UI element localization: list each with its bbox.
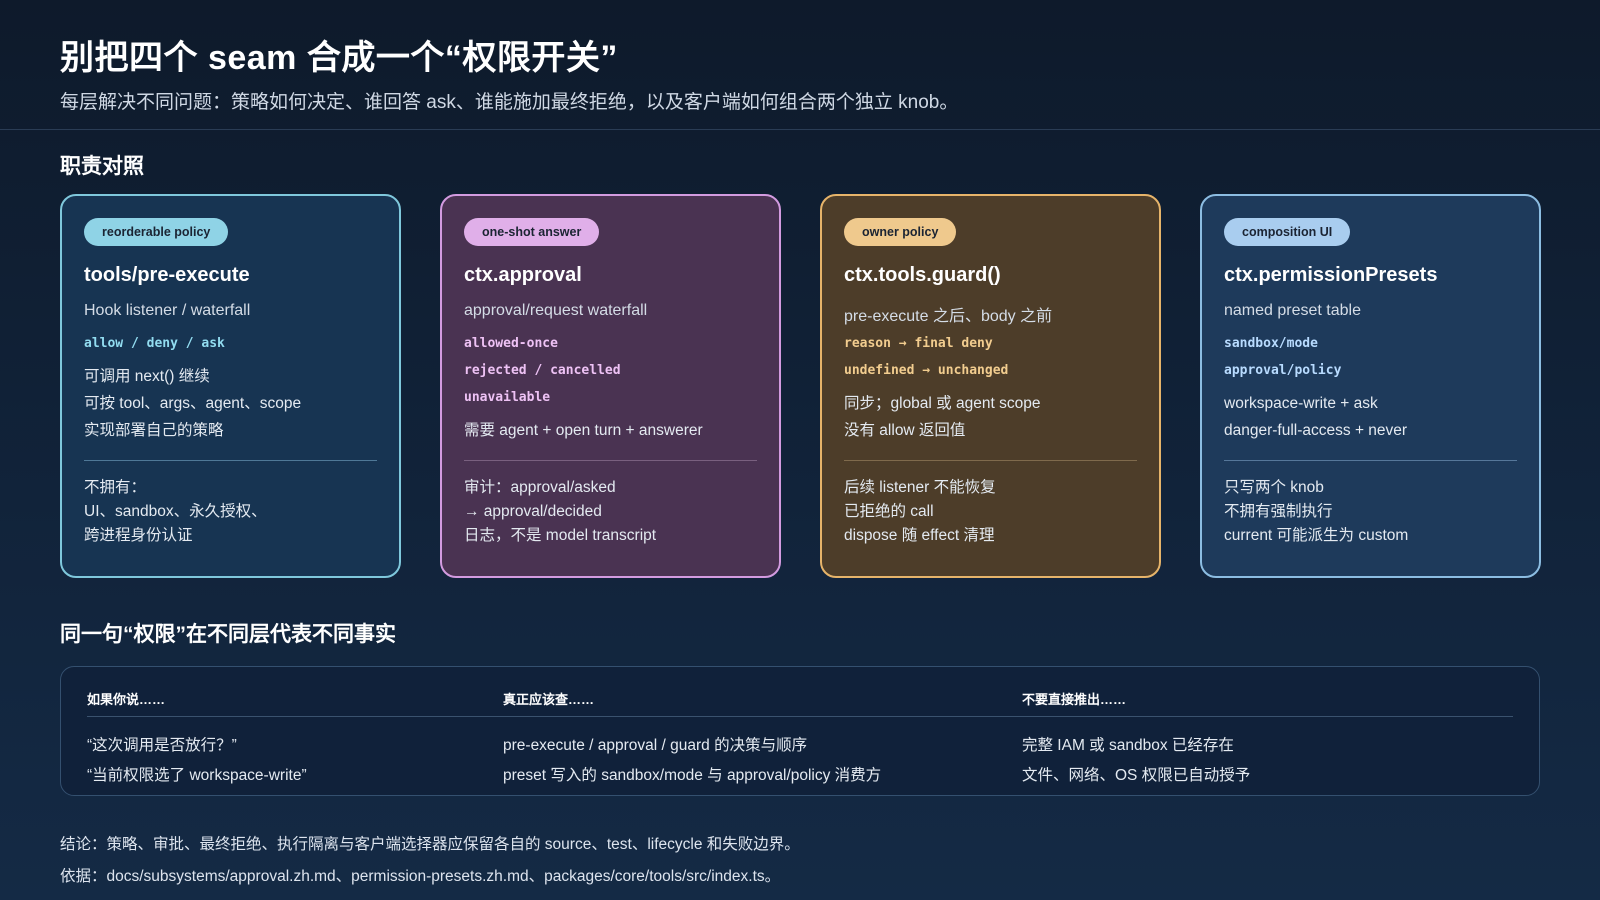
card-tag: composition UI <box>1224 218 1351 246</box>
card-title: ctx.permissionPresets <box>1224 264 1438 286</box>
cards-row: reorderable policy tools/pre-execute Hoo… <box>60 194 1541 578</box>
card-permission-presets: composition UI ctx.permissionPresets nam… <box>1200 194 1541 578</box>
card-footnote: 后续 listener 不能恢复 已拒绝的 call dispose 随 eff… <box>844 476 1137 548</box>
card-footnote: 不拥有： UI、sandbox、永久授权、 跨进程身份认证 <box>84 476 377 548</box>
card-description: pre-execute 之后、body 之前 <box>844 308 1053 325</box>
card-tag: owner policy <box>844 218 957 246</box>
card-footnote-line: UI、sandbox、永久授权、 <box>84 503 267 520</box>
card-footnote-line: 只写两个 knob <box>1224 479 1324 496</box>
card-footnote-line: 不拥有强制执行 <box>1224 503 1333 520</box>
card-guard: owner policy ctx.tools.guard() pre-execu… <box>820 194 1161 578</box>
table-header: 如果你说…… 真正应该查…… 不要直接推出…… <box>87 667 1513 717</box>
card-code: approval/policy <box>1224 363 1342 378</box>
table-cell: 完整 IAM 或 sandbox 已经存在 <box>1022 737 1234 754</box>
card-divider <box>464 460 757 461</box>
card-footnote-line: 已拒绝的 call <box>844 503 934 520</box>
table-cell: pre-execute / approval / guard 的决策与顺序 <box>503 737 808 754</box>
table-header-cell: 如果你说…… <box>87 692 166 707</box>
page-title: 别把四个 seam 合成一个“权限开关” <box>60 39 618 77</box>
card-footnote-line: current 可能派生为 custom <box>1224 527 1409 544</box>
table-cell: “这次调用是否放行？” <box>87 737 237 754</box>
card-approval: one-shot answer ctx.approval approval/re… <box>440 194 781 578</box>
table-row: “这次调用是否放行？” pre-execute / approval / gua… <box>87 727 1513 757</box>
table-row: “当前权限选了 workspace-write” preset 写入的 sand… <box>87 757 1513 787</box>
card-line: danger-full-access + never <box>1224 422 1408 439</box>
card-description: named preset table <box>1224 302 1361 319</box>
card-codes: sandbox/mode approval/policy <box>1224 330 1517 384</box>
table-cell: “当前权限选了 workspace-write” <box>87 767 307 784</box>
card-codes: allowed-once rejected / cancelled unavai… <box>464 330 757 411</box>
page-subtitle: 每层解决不同问题：策略如何决定、谁回答 ask、谁能施加最终拒绝，以及客户端如何… <box>60 92 959 113</box>
card-code: sandbox/mode <box>1224 336 1318 351</box>
card-footnote-line: 日志，不是 model transcript <box>464 527 657 544</box>
card-line: workspace-write + ask <box>1224 395 1378 412</box>
card-description: approval/request waterfall <box>464 302 648 319</box>
card-footnote: 只写两个 knob 不拥有强制执行 current 可能派生为 custom <box>1224 476 1517 548</box>
comparison-table: 如果你说…… 真正应该查…… 不要直接推出…… “这次调用是否放行？” pre-… <box>60 666 1540 796</box>
card-tag: reorderable policy <box>84 218 229 246</box>
card-footnote: 审计：approval/asked → approval/decided 日志，… <box>464 476 757 548</box>
card-divider <box>844 460 1137 461</box>
card-tag: one-shot answer <box>464 218 600 246</box>
card-footnote-line: 审计：approval/asked <box>464 479 616 496</box>
table-cell: 文件、网络、OS 权限已自动授予 <box>1022 767 1251 784</box>
card-title: ctx.tools.guard() <box>844 264 1001 286</box>
card-divider <box>84 460 377 461</box>
card-footnote-line: 跨进程身份认证 <box>84 527 193 544</box>
card-code: rejected / cancelled <box>464 363 621 378</box>
table-cell: preset 写入的 sandbox/mode 与 approval/polic… <box>503 767 882 784</box>
card-code: allow / deny / ask <box>84 336 225 351</box>
card-codes: reason → final deny undefined → unchange… <box>844 330 1137 384</box>
card-line: 实现部署自己的策略 <box>84 422 224 439</box>
card-divider <box>1224 460 1517 461</box>
card-code: unavailable <box>464 390 551 405</box>
card-pre-execute: reorderable policy tools/pre-execute Hoo… <box>60 194 401 578</box>
card-line: 需要 agent + open turn + answerer <box>464 422 703 439</box>
card-title: tools/pre-execute <box>84 264 250 286</box>
section-title-permission-meaning: 同一句“权限”在不同层代表不同事实 <box>60 623 396 646</box>
card-line: 可按 tool、args、agent、scope <box>84 395 302 412</box>
card-description: Hook listener / waterfall <box>84 302 251 319</box>
table-header-cell: 不要直接推出…… <box>1022 692 1127 707</box>
section-title-responsibilities: 职责对照 <box>60 155 144 178</box>
card-title: ctx.approval <box>464 264 582 286</box>
header: 别把四个 seam 合成一个“权限开关” 每层解决不同问题：策略如何决定、谁回答… <box>0 0 1600 130</box>
card-footnote-line: 不拥有： <box>84 479 147 496</box>
card-footnote-line: → approval/decided <box>464 503 602 520</box>
card-line: 同步；global 或 agent scope <box>844 395 1041 412</box>
basis-text: 依据：docs/subsystems/approval.zh.md、permis… <box>60 868 781 885</box>
table-header-cell: 真正应该查…… <box>503 692 595 707</box>
card-code: undefined → unchanged <box>844 363 1009 378</box>
card-codes: allow / deny / ask <box>84 330 377 357</box>
card-footnote-line: dispose 随 effect 清理 <box>844 527 995 544</box>
conclusion-text: 结论：策略、审批、最终拒绝、执行隔离与客户端选择器应保留各自的 source、t… <box>60 836 800 853</box>
card-code: allowed-once <box>464 336 558 351</box>
card-line: 没有 allow 返回值 <box>844 422 966 439</box>
card-footnote-line: 后续 listener 不能恢复 <box>844 479 996 496</box>
card-code: reason → final deny <box>844 336 993 351</box>
card-line: 可调用 next() 继续 <box>84 368 210 385</box>
